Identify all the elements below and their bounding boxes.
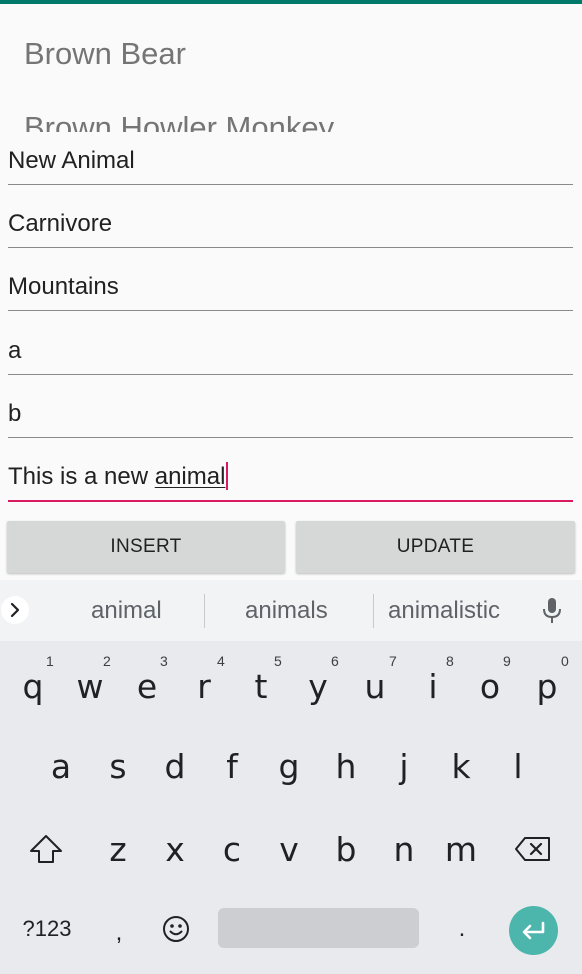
habitat-field[interactable]: Mountains [8,270,573,311]
key-s[interactable]: s [94,743,142,789]
suggestion-divider [373,594,374,628]
symbols-key[interactable]: ?123 [12,906,82,952]
key-v[interactable]: v [265,826,313,872]
suggestion-item[interactable]: animal [91,597,162,625]
key-d[interactable]: d [151,743,199,789]
key-b[interactable]: b [322,826,370,872]
key-hint: 4 [217,653,225,669]
key-hint: 9 [503,653,511,669]
key-r[interactable]: r [180,663,228,709]
key-o[interactable]: o [466,663,514,709]
suggestion-item[interactable]: animalistic [388,597,500,625]
name-value: New Animal [8,147,135,174]
key-hint: 5 [274,653,282,669]
field-5[interactable]: b [8,397,573,438]
key-x[interactable]: x [151,826,199,872]
habitat-value: Mountains [8,273,119,300]
key-p[interactable]: p [523,663,571,709]
key-k[interactable]: k [437,743,485,789]
key-hint: 3 [160,653,168,669]
list-item[interactable]: Brown Howler Monkey [24,110,334,132]
space-bar[interactable] [218,908,419,948]
key-e[interactable]: e [123,663,171,709]
description-text: This is a new [8,463,155,490]
key-j[interactable]: j [380,743,428,789]
soft-keyboard: animal animals animalistic q w e r t y u… [0,580,582,974]
suggestion-divider [204,594,205,628]
chevron-right-icon[interactable] [1,596,29,624]
key-hint: 0 [561,653,569,669]
key-m[interactable]: m [437,826,485,872]
mic-icon[interactable] [541,597,563,625]
period-key[interactable]: . [447,906,477,952]
key-g[interactable]: g [265,743,313,789]
key-a[interactable]: a [37,743,85,789]
text-cursor [226,462,229,490]
key-i[interactable]: i [409,663,457,709]
composing-word: animal [154,463,226,490]
list-item[interactable]: Brown Bear [24,36,186,72]
key-hint: 8 [446,653,454,669]
name-field[interactable]: New Animal [8,144,573,185]
backspace-icon[interactable] [508,826,558,872]
key-q[interactable]: q [9,663,57,709]
shift-icon[interactable] [22,826,70,872]
diet-value: Carnivore [8,210,113,237]
key-z[interactable]: z [94,826,142,872]
key-w[interactable]: w [66,663,114,709]
enter-icon[interactable] [509,906,558,955]
key-c[interactable]: c [208,826,256,872]
key-hint: 1 [46,653,54,669]
key-h[interactable]: h [322,743,370,789]
key-n[interactable]: n [380,826,428,872]
key-hint: 2 [103,653,111,669]
update-button[interactable]: UPDATE [296,521,575,573]
comma-key[interactable]: , [104,910,134,956]
key-t[interactable]: t [237,663,285,709]
key-l[interactable]: l [494,743,542,789]
description-value: This is a new animal [8,462,229,491]
animal-list[interactable]: Brown Bear Brown Howler Monkey [0,4,582,132]
key-hint: 6 [331,653,339,669]
suggestion-strip: animal animals animalistic [0,580,582,641]
field-5-value: b [8,400,22,427]
description-field[interactable]: This is a new animal [8,460,573,502]
suggestion-item[interactable]: animals [245,597,328,625]
insert-button[interactable]: INSERT [7,521,285,573]
field-4[interactable]: a [8,334,573,375]
key-hint: 7 [389,653,397,669]
emoji-icon[interactable] [157,906,195,952]
key-u[interactable]: u [351,663,399,709]
key-y[interactable]: y [294,663,342,709]
diet-field[interactable]: Carnivore [8,207,573,248]
field-4-value: a [8,337,22,364]
key-f[interactable]: f [208,743,256,789]
